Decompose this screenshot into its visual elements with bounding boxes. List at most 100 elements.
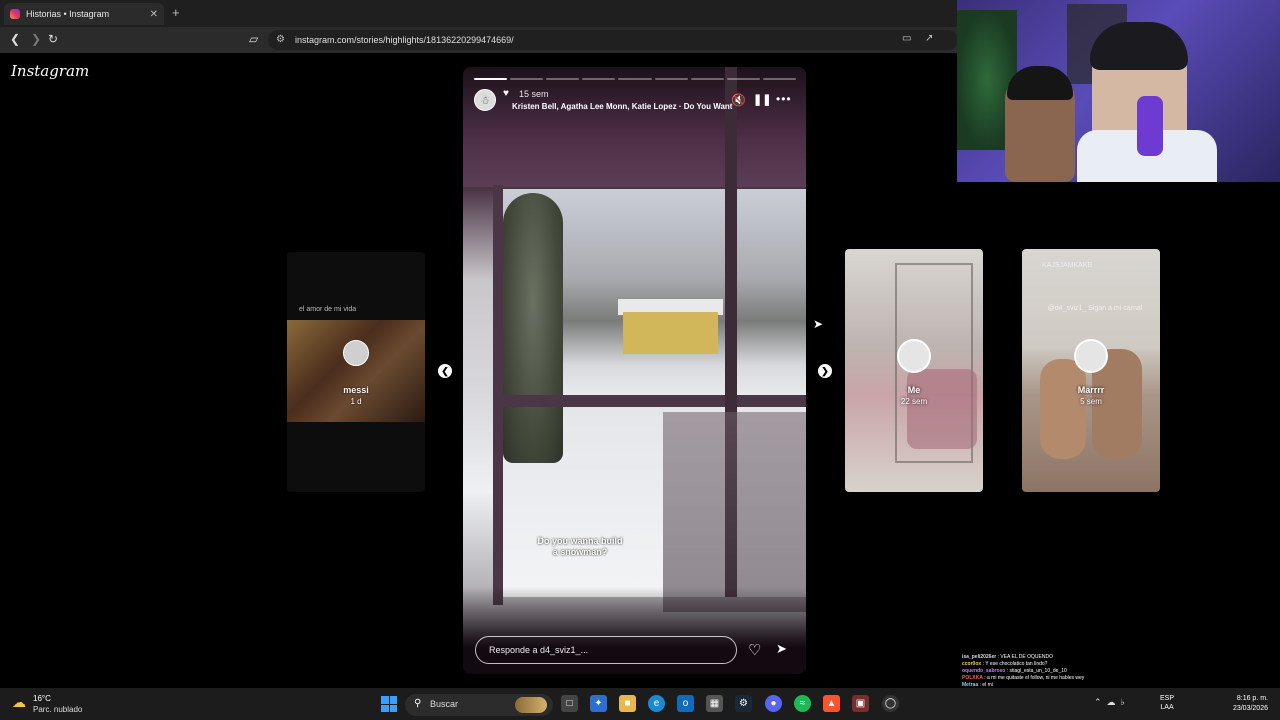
story-viewer[interactable]: [463, 67, 806, 674]
bookmark-icon[interactable]: ▱: [249, 32, 258, 46]
mouse-cursor-icon: ➤: [813, 317, 824, 331]
next-story-arrow-icon[interactable]: ❯: [818, 364, 832, 378]
spotify-icon[interactable]: ≈: [794, 695, 811, 712]
chat-message: POLXKA : a mi me quitaste el follow, ni …: [962, 675, 1280, 682]
chat-message: isa_peli2026er : VEA EL DE OQUENDO: [962, 654, 1280, 661]
chat-message: ccor0ox : Y ese chocolatico tan lindo?: [962, 661, 1280, 668]
previous-story-arrow-icon[interactable]: ❮: [438, 364, 452, 378]
system-tray-icons[interactable]: ⌃ ☁ ♭: [1094, 697, 1125, 708]
taskbar-search[interactable]: ⚲ Buscar: [405, 694, 553, 716]
url-field[interactable]: ⚙ instagram.com/stories/highlights/18136…: [268, 30, 958, 50]
site-settings-icon[interactable]: ⚙: [276, 34, 285, 45]
next-story-username-1: Me: [907, 385, 921, 395]
copilot-icon[interactable]: ✦: [590, 695, 607, 712]
more-options-icon[interactable]: •••: [776, 92, 792, 106]
edge-icon[interactable]: e: [648, 695, 665, 712]
webcam-overlay: [957, 0, 1280, 182]
yellow-house: [623, 312, 718, 354]
new-tab-button[interactable]: +: [172, 5, 180, 20]
music-heart-icon: ♥: [503, 88, 509, 99]
microphone: [1137, 96, 1163, 156]
progress-segment: [690, 78, 724, 80]
browser-tab[interactable]: Historias • Instagram ✕: [4, 3, 164, 25]
story-caption-line1: Do you wanna build: [537, 536, 623, 546]
brave-icon[interactable]: ▲: [823, 695, 840, 712]
next-story-time-2: 5 sem: [1080, 397, 1102, 406]
story-ceiling: [463, 67, 806, 187]
file-explorer-icon[interactable]: ■: [619, 695, 636, 712]
reload-icon[interactable]: ↻: [48, 32, 58, 46]
progress-segment: [474, 78, 508, 80]
chat-text: : stiagi_esta_un_10_de_10: [1005, 668, 1067, 674]
next-story-avatar-2: [1074, 339, 1108, 373]
language-indicator[interactable]: ESP LAA: [1160, 694, 1174, 712]
story-music-label[interactable]: Kristen Bell, Agatha Lee Monn, Katie Lop…: [512, 102, 732, 111]
task-view-icon[interactable]: □: [561, 695, 578, 712]
chat-username: isa_peli2026er: [962, 654, 997, 660]
clock-date: 23/03/2026: [1232, 705, 1268, 712]
outlook-icon[interactable]: o: [677, 695, 694, 712]
person-left: [1040, 359, 1086, 459]
progress-segment: [726, 78, 760, 80]
close-tab-icon[interactable]: ✕: [150, 9, 158, 20]
previous-story-avatar: [343, 340, 369, 366]
obs-icon[interactable]: ◯: [882, 695, 899, 712]
chat-message: oquendo_sabroso : stiagi_esta_un_10_de_1…: [962, 668, 1280, 675]
pause-icon[interactable]: ❚❚: [753, 93, 771, 106]
table-shadow: [663, 412, 806, 612]
figure: [907, 369, 977, 449]
back-arrow-icon[interactable]: ❮: [10, 32, 20, 46]
discord-icon[interactable]: ●: [765, 695, 782, 712]
person-1-hair: [1007, 66, 1073, 100]
next-story-username-2: Marrrr: [1077, 385, 1105, 395]
story-time-ago: 15 sem: [519, 89, 549, 99]
previous-story-time: 1 d: [350, 397, 362, 406]
like-heart-icon[interactable]: ♡: [748, 641, 761, 659]
weather-description: Parc. nublado: [33, 705, 83, 714]
tab-title: Historias • Instagram: [26, 9, 110, 19]
search-label: Buscar: [430, 699, 459, 709]
previous-story-image: [287, 320, 425, 422]
snowy-tree: [503, 193, 563, 463]
weather-temperature: 16°C: [33, 694, 51, 703]
window-mullion-horizontal: [500, 395, 806, 407]
language-line1: ESP: [1160, 695, 1175, 702]
mute-icon[interactable]: 🔇: [731, 93, 746, 107]
cast-icon[interactable]: ▭: [902, 33, 911, 44]
forward-arrow-icon[interactable]: ❯: [31, 32, 41, 46]
previous-story-caption: el amor de mi vida: [299, 306, 357, 313]
chat-username: POLXKA: [962, 675, 983, 681]
search-icon: ⚲: [414, 698, 422, 709]
windows-start-icon[interactable]: [381, 696, 397, 712]
taskbar-clock[interactable]: 8:16 p. m. 23/03/2026: [1218, 694, 1268, 714]
progress-segment: [582, 78, 616, 80]
preview-watermark: KAJSJAMKAKB: [1042, 262, 1093, 269]
story-progress-bar: [474, 78, 796, 80]
store-icon[interactable]: ▦: [706, 695, 723, 712]
clock-time: 8:16 p. m.: [1236, 695, 1268, 702]
url-text: instagram.com/stories/highlights/1813622…: [295, 35, 514, 45]
chat-text: : Y ese chocolatico tan lindo?: [981, 661, 1048, 667]
story-caption-line2: a snowman?: [552, 547, 608, 557]
chat-text: : a mi me quitaste el follow, ni me habl…: [982, 675, 1085, 681]
progress-segment: [762, 78, 796, 80]
instagram-favicon-icon: [10, 9, 20, 19]
instagram-logo[interactable]: Instagram: [11, 62, 89, 80]
steam-icon[interactable]: ⚙: [735, 695, 752, 712]
reply-input[interactable]: Responde a d4_sviz1_...: [475, 636, 737, 664]
chat-username: oquendo_sabroso: [962, 668, 1006, 674]
next-story-time-1: 22 sem: [900, 397, 928, 406]
app-icon[interactable]: ▣: [852, 695, 869, 712]
search-highlight-image: [515, 697, 547, 713]
preview-mention-text: @d4_sviz1_ Sigan a mi carnal: [1047, 305, 1143, 312]
person-2-hair: [1090, 22, 1188, 70]
progress-segment: [618, 78, 652, 80]
taskbar: [0, 688, 1280, 720]
language-line2: LAA: [1160, 704, 1174, 711]
weather-icon[interactable]: ☁: [12, 694, 26, 711]
send-icon[interactable]: ➤: [776, 641, 787, 657]
story-avatar[interactable]: ☃: [474, 89, 496, 111]
progress-segment: [654, 78, 688, 80]
share-icon[interactable]: ↗: [925, 33, 933, 44]
chat-username: ccor0ox: [962, 661, 982, 667]
